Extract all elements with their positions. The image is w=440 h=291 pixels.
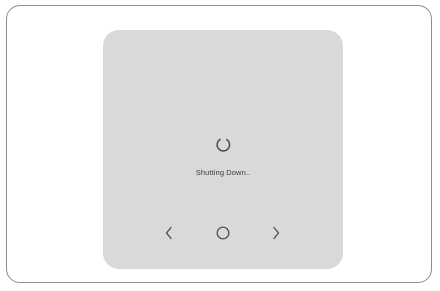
circle-home-icon <box>216 226 230 240</box>
next-button[interactable] <box>268 225 284 241</box>
home-button[interactable] <box>215 225 231 241</box>
status-text: Shutting Down.. <box>195 168 251 177</box>
chevron-left-icon <box>165 226 172 240</box>
chevron-right-icon <box>273 226 280 240</box>
previous-button[interactable] <box>161 225 177 241</box>
loading-spinner-icon <box>214 136 232 154</box>
